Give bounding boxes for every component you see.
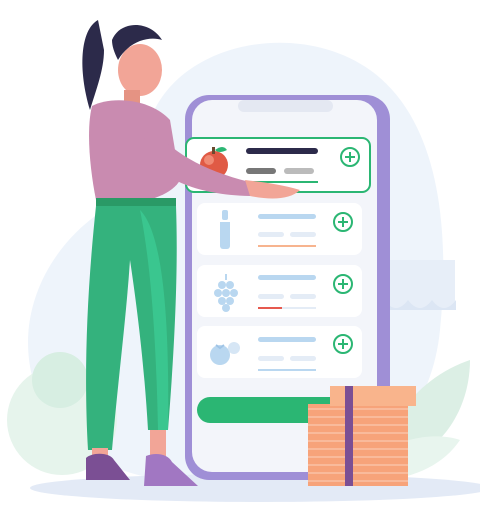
product-title-bar: [246, 148, 318, 154]
grocery-app-illustration: [0, 0, 480, 510]
product-title-bar: [258, 337, 316, 342]
ankle-right: [150, 430, 166, 456]
product-price-bar: [258, 356, 284, 361]
product-progress-bar: [258, 245, 316, 247]
product-card-bottle[interactable]: [197, 203, 362, 255]
product-weight-bar: [290, 294, 316, 299]
product-title-bar: [258, 275, 316, 280]
product-price-bar: [258, 232, 284, 237]
belt: [96, 198, 176, 206]
product-progress-bar: [258, 369, 316, 371]
product-weight-bar: [290, 356, 316, 361]
illustration-canvas: [7, 20, 480, 502]
product-card-tomato[interactable]: [197, 326, 362, 378]
hair: [82, 20, 104, 110]
phone-notch: [238, 100, 333, 112]
product-price-bar: [246, 168, 276, 174]
product-price-bar: [258, 294, 284, 299]
product-progress-bar: [258, 307, 282, 309]
product-weight-bar: [284, 168, 314, 174]
product-title-bar: [258, 214, 316, 219]
box-tape: [345, 386, 353, 486]
product-card-grapes[interactable]: [197, 265, 362, 317]
head: [118, 44, 162, 96]
product-weight-bar: [290, 232, 316, 237]
